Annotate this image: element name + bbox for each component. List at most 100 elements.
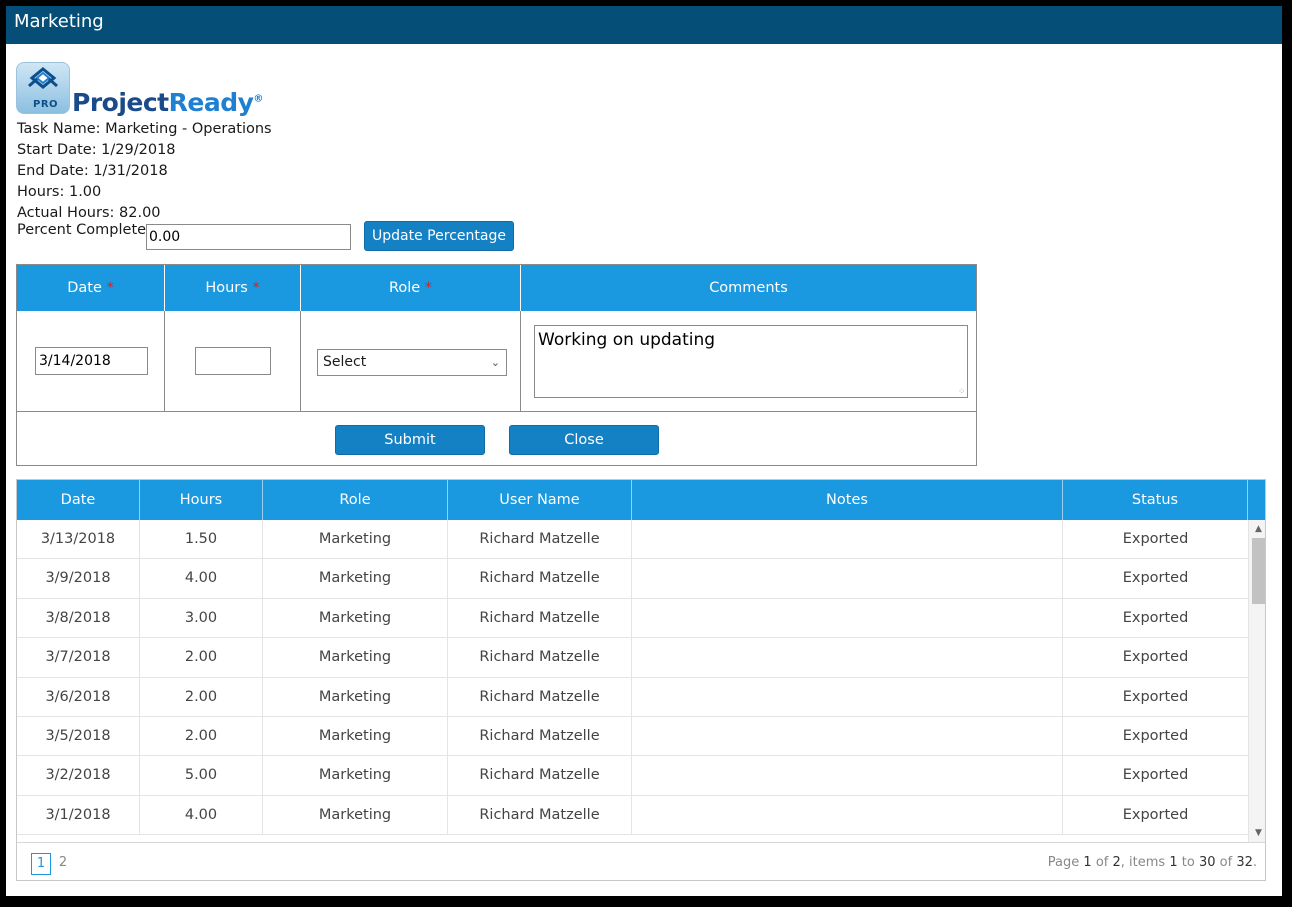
task-name: Task Name: Marketing - Operations	[17, 121, 272, 137]
grid-pager: 1 2 Page 1 of 2, items 1 to 30 of 32.	[17, 842, 1265, 880]
dialog-window: Marketing PRO ProjectReady® Task Name: M…	[6, 6, 1282, 896]
cell-status: Exported	[1122, 806, 1189, 823]
column-header-hours[interactable]: Hours	[140, 480, 263, 520]
required-marker: *	[252, 280, 260, 296]
percent-complete-label: Percent Complete:	[17, 222, 151, 238]
pager-info-from: 1	[1169, 855, 1178, 870]
hours-input[interactable]	[195, 347, 271, 375]
form-header-comments: Comments	[521, 265, 976, 311]
table-row[interactable]: 3/2/2018 5.00 Marketing Richard Matzelle…	[17, 756, 1248, 796]
pager-info: Page 1 of 2, items 1 to 30 of 32.	[1048, 853, 1257, 873]
table-row[interactable]: 3/8/2018 3.00 Marketing Richard Matzelle…	[17, 598, 1248, 639]
scrollbar-thumb[interactable]	[1252, 538, 1265, 604]
cell-user-name: Richard Matzelle	[448, 717, 632, 756]
cell-status: Exported	[1122, 570, 1189, 587]
chevron-up-icon[interactable]: ▲	[1249, 522, 1265, 536]
pager-info-page-word: Page	[1047, 855, 1080, 870]
cell-hours: 5.00	[140, 756, 263, 796]
required-marker: *	[424, 280, 433, 296]
cell-hours: 2.00	[140, 638, 263, 678]
column-header-user-name[interactable]: User Name	[448, 480, 632, 520]
cell-user-name: Richard Matzelle	[448, 559, 632, 599]
column-header-status[interactable]: Status	[1063, 480, 1248, 520]
cell-notes	[632, 795, 1063, 835]
date-input[interactable]	[35, 347, 148, 375]
percent-complete-input[interactable]	[146, 224, 351, 250]
page-button-1[interactable]: 1	[31, 853, 51, 875]
resize-grip-icon[interactable]: ⁘	[958, 387, 966, 397]
logo-wordmark: ProjectReady®	[72, 88, 263, 117]
cell-role: Marketing	[263, 677, 448, 717]
pager-info-end: .	[1252, 855, 1257, 870]
form-header-date-label: Date	[67, 280, 102, 296]
cell-user-name: Richard Matzelle	[448, 520, 632, 559]
table-row[interactable]: 3/13/2018 1.50 Marketing Richard Matzell…	[17, 520, 1248, 560]
column-header-role[interactable]: Role	[263, 480, 448, 520]
time-entries-grid: Date Hours Role User Name Notes Status 3…	[16, 479, 1266, 881]
cell-date: 3/5/2018	[17, 717, 140, 756]
cell-user-name: Richard Matzelle	[448, 638, 632, 678]
cell-hours: 3.00	[140, 598, 263, 638]
pager-info-of: of	[1095, 855, 1109, 870]
cell-status: Exported	[1122, 688, 1189, 705]
table-row[interactable]: 3/5/2018 2.00 Marketing Richard Matzelle…	[17, 717, 1248, 757]
cell-notes	[632, 520, 1063, 559]
logo-trademark: ®	[253, 93, 263, 105]
cell-hours: 2.00	[140, 717, 263, 756]
cell-hours: 2.00	[140, 677, 263, 717]
cell-status: Exported	[1122, 531, 1189, 547]
grid-rows: 3/13/2018 1.50 Marketing Richard Matzell…	[17, 520, 1248, 842]
cell-date: 3/8/2018	[17, 598, 140, 638]
cell-user-name: Richard Matzelle	[448, 598, 632, 638]
window-title: Marketing	[6, 6, 1282, 44]
form-divider	[300, 311, 301, 412]
cell-role: Marketing	[263, 520, 448, 559]
cell-date: 3/13/2018	[17, 520, 140, 559]
cell-date: 3/6/2018	[17, 677, 140, 717]
pager-info-to-word: to	[1181, 855, 1195, 870]
cell-role: Marketing	[263, 598, 448, 638]
table-row[interactable]: 3/6/2018 2.00 Marketing Richard Matzelle…	[17, 677, 1248, 717]
chevron-down-icon[interactable]: ▼	[1249, 826, 1265, 840]
form-header-role: Role *	[301, 265, 521, 311]
cell-role: Marketing	[263, 559, 448, 599]
submit-button[interactable]: Submit	[335, 425, 485, 455]
cell-hours: 1.50	[140, 520, 263, 559]
cell-notes	[632, 638, 1063, 678]
form-header-role-label: Role	[388, 280, 421, 296]
pager-info-total-pages: 2	[1112, 855, 1121, 870]
pager-info-of2: of	[1219, 855, 1233, 870]
grid-vertical-scrollbar[interactable]: ▲ ▼	[1248, 520, 1265, 842]
page-button-2[interactable]: 2	[53, 853, 73, 875]
update-percentage-button[interactable]: Update Percentage	[364, 221, 514, 251]
column-header-date[interactable]: Date	[17, 480, 140, 520]
grid-header-filler	[1248, 480, 1265, 520]
form-header-hours: Hours *	[165, 265, 301, 311]
table-row[interactable]: 3/9/2018 4.00 Marketing Richard Matzelle…	[17, 559, 1248, 599]
task-end-date: End Date: 1/31/2018	[17, 163, 168, 179]
table-row[interactable]: 3/7/2018 2.00 Marketing Richard Matzelle…	[17, 638, 1248, 678]
close-button[interactable]: Close	[509, 425, 659, 455]
cell-status: Exported	[1122, 767, 1189, 784]
cell-notes	[632, 756, 1063, 796]
pager-info-items-word: , items	[1120, 855, 1166, 870]
cell-user-name: Richard Matzelle	[448, 677, 632, 717]
cell-hours: 4.00	[140, 795, 263, 835]
task-start-date: Start Date: 1/29/2018	[17, 142, 176, 158]
form-divider	[520, 311, 521, 412]
time-entry-form: Date * Hours * Role * Comments Select ⌄ …	[16, 264, 977, 466]
role-select-value: Select	[323, 354, 367, 370]
cell-notes	[632, 677, 1063, 717]
cell-date: 3/2/2018	[17, 756, 140, 796]
pager-info-total-items: 32	[1236, 855, 1253, 870]
required-marker: *	[106, 280, 114, 296]
form-divider	[164, 311, 165, 412]
cell-notes	[632, 559, 1063, 599]
pager-info-current: 1	[1083, 855, 1092, 870]
cell-role: Marketing	[263, 717, 448, 756]
comments-textarea[interactable]: Working on updating	[534, 325, 968, 398]
role-select[interactable]: Select ⌄	[317, 349, 507, 376]
table-row[interactable]: 3/1/2018 4.00 Marketing Richard Matzelle…	[17, 795, 1248, 836]
cell-notes	[632, 717, 1063, 756]
column-header-notes[interactable]: Notes	[632, 480, 1063, 520]
